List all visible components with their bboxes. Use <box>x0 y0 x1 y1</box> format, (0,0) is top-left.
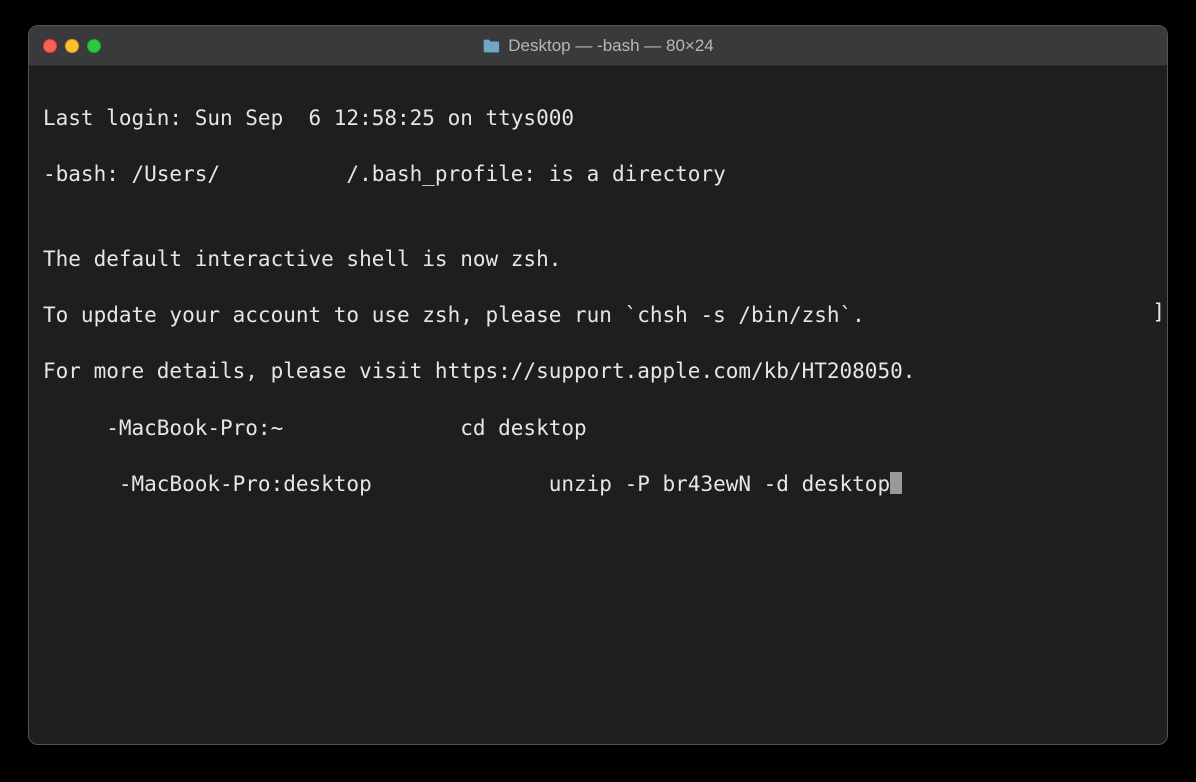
traffic-lights <box>43 39 101 53</box>
terminal-line: For more details, please visit https://s… <box>43 357 1153 385</box>
terminal-line: Last login: Sun Sep 6 12:58:25 on ttys00… <box>43 104 1153 132</box>
terminal-current-line: -MacBook-Pro:desktop unzip -P br43ewN -d… <box>43 470 1153 498</box>
scroll-indicator: ] <box>1152 298 1165 326</box>
window-title-container: Desktop — -bash — 80×24 <box>482 36 714 56</box>
terminal-line: The default interactive shell is now zsh… <box>43 245 1153 273</box>
titlebar[interactable]: Desktop — -bash — 80×24 <box>29 26 1167 66</box>
terminal-text: -MacBook-Pro:desktop unzip -P br43ewN -d… <box>43 472 890 496</box>
terminal-line: -MacBook-Pro:~ cd desktop <box>43 414 1153 442</box>
maximize-icon[interactable] <box>87 39 101 53</box>
window-title: Desktop — -bash — 80×24 <box>508 36 714 56</box>
cursor-icon <box>890 472 902 494</box>
terminal-line: To update your account to use zsh, pleas… <box>43 301 1153 329</box>
folder-icon <box>482 38 500 54</box>
terminal-line: -bash: /Users/ /.bash_profile: is a dire… <box>43 160 1153 188</box>
close-icon[interactable] <box>43 39 57 53</box>
terminal-body[interactable]: Last login: Sun Sep 6 12:58:25 on ttys00… <box>29 66 1167 744</box>
terminal-window: Desktop — -bash — 80×24 Last login: Sun … <box>28 25 1168 745</box>
minimize-icon[interactable] <box>65 39 79 53</box>
